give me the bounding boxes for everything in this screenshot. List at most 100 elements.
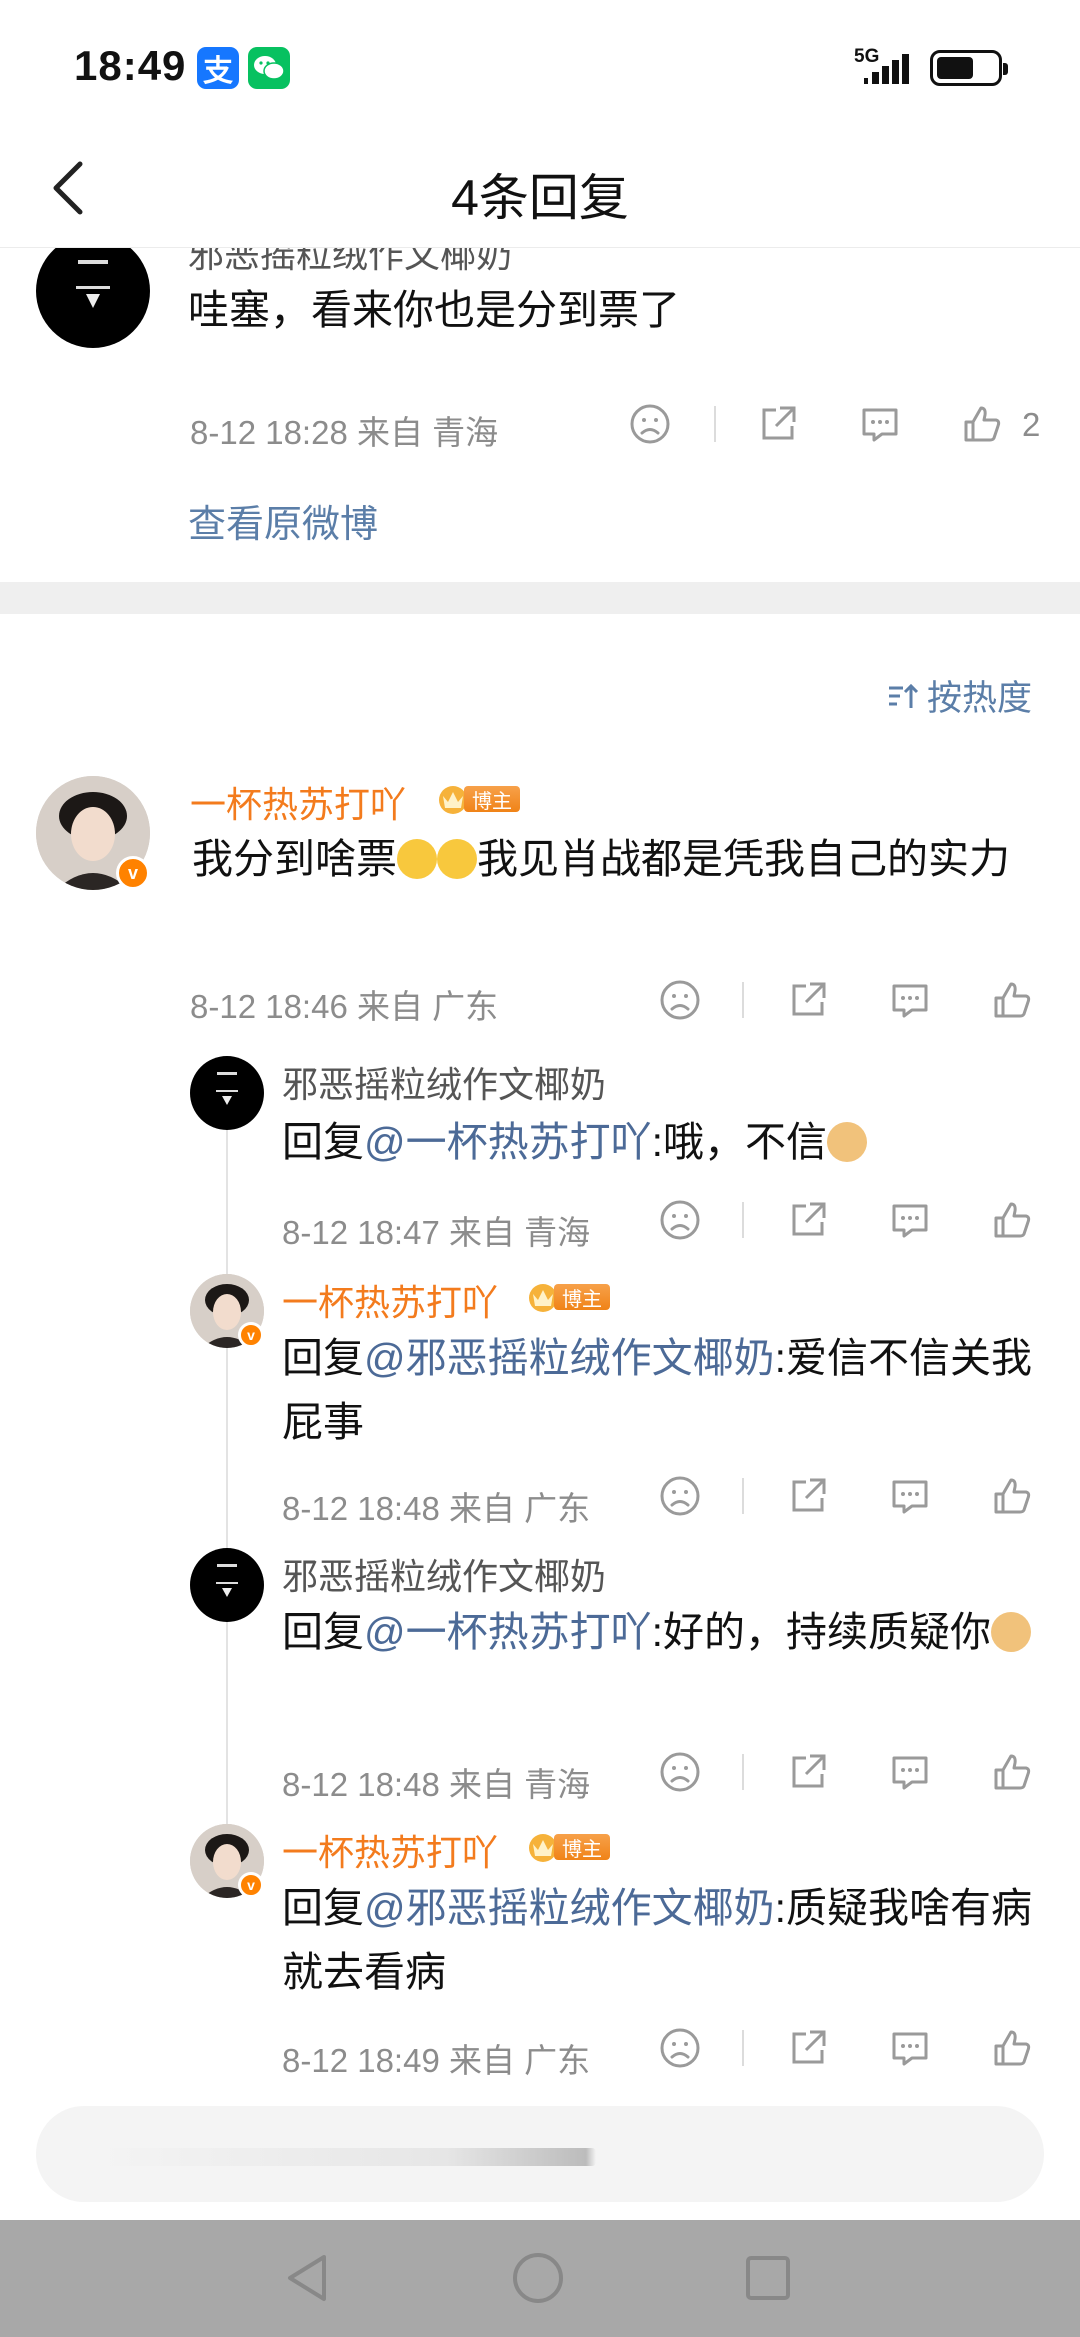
divider [742, 1478, 744, 1514]
system-navigation-bar [0, 2220, 1080, 2337]
dislike-face-icon [660, 980, 700, 1020]
reply-meta: 8-12 18:48 来自 广东 [282, 1490, 591, 1527]
reply-meta: 8-12 18:48 来自 青海 [282, 1766, 591, 1803]
dislike-button[interactable] [652, 1744, 708, 1800]
dislike-button[interactable] [652, 1468, 708, 1524]
section-divider [0, 582, 1080, 614]
dislike-button[interactable] [652, 972, 708, 1028]
nav-home-button[interactable] [508, 2248, 568, 2308]
comment-text: 我分到啥票 我见肖战都是凭我自己的实力 [192, 836, 1010, 882]
blogger-badge: 博主 [526, 1280, 610, 1314]
nav-back-icon [288, 2255, 326, 2301]
like-thumb-icon [994, 1478, 1031, 1514]
masked-figure-icon [216, 1072, 238, 1105]
comment-button[interactable] [882, 1192, 938, 1248]
share-button[interactable] [780, 1468, 836, 1524]
share-button[interactable] [780, 1744, 836, 1800]
dislike-button[interactable] [652, 1192, 708, 1248]
doge-emoji-icon [827, 1122, 868, 1162]
battery-icon [930, 50, 1008, 86]
reply-text: 回复@邪恶摇粒绒作文椰奶:质疑我啥有病就去看病 [282, 1885, 1033, 1995]
view-original-post-link[interactable]: 查看原微博 [188, 493, 378, 548]
status-time: 18:49 [74, 42, 187, 89]
share-icon [792, 982, 826, 1016]
reply-thread-line [226, 1100, 228, 1840]
masked-figure-icon [216, 1564, 238, 1597]
crying-face-emoji-icon [437, 839, 477, 879]
mention-link[interactable]: @一杯热苏打吖 [364, 1609, 652, 1655]
like-button[interactable] [984, 1744, 1040, 1800]
verified-v-icon: v [116, 856, 150, 890]
like-button[interactable] [954, 396, 1010, 452]
share-button[interactable] [780, 972, 836, 1028]
like-thumb-icon [994, 2030, 1031, 2066]
nav-back-button[interactable] [278, 2248, 338, 2308]
dislike-button[interactable] [652, 2020, 708, 2076]
avatar[interactable] [36, 248, 150, 348]
signal-strength-icon [864, 54, 909, 84]
divider [742, 2030, 744, 2066]
avatar[interactable] [190, 1056, 264, 1130]
reply-text: 回复@一杯热苏打吖:好的，持续质疑你 [282, 1600, 1042, 1664]
comment-icon [862, 408, 898, 442]
share-icon [792, 1202, 826, 1236]
like-thumb-icon [994, 1202, 1031, 1238]
mention-link[interactable]: @一杯热苏打吖 [364, 1119, 652, 1165]
blogger-badge: 博主 [436, 782, 520, 816]
reply-text: 回复@一杯热苏打吖:哦，不信 [282, 1110, 1042, 1174]
sort-label: 按热度 [926, 679, 1032, 718]
reply-author[interactable]: 邪恶摇粒绒作文椰奶 [282, 1056, 606, 1108]
comment-button[interactable] [882, 1468, 938, 1524]
doge-emoji-icon [991, 1612, 1032, 1652]
comment-icon [892, 1204, 928, 1238]
dislike-face-icon [660, 1476, 700, 1516]
comment-author[interactable]: 邪恶摇粒绒作文椰奶 [188, 248, 512, 278]
like-thumb-icon [964, 406, 1001, 442]
comment-button[interactable] [882, 972, 938, 1028]
comment-meta: 8-12 18:46 来自 广东 [190, 988, 499, 1025]
like-button[interactable] [984, 972, 1040, 1028]
comment-icon [892, 1756, 928, 1790]
share-icon [792, 1754, 826, 1788]
divider [714, 406, 716, 442]
comment-button[interactable] [882, 2020, 938, 2076]
like-button[interactable] [984, 1468, 1040, 1524]
status-bar: 18:49 支 5G [0, 0, 1080, 130]
masked-figure-icon [76, 260, 110, 308]
nav-home-icon [513, 2253, 563, 2303]
like-button[interactable] [984, 1192, 1040, 1248]
dislike-face-icon [660, 1200, 700, 1240]
comment-button[interactable] [852, 396, 908, 452]
avatar[interactable] [190, 1548, 264, 1622]
reply-text: 回复@邪恶摇粒绒作文椰奶:爱信不信关我屁事 [282, 1335, 1033, 1445]
like-thumb-icon [994, 982, 1031, 1018]
divider [742, 1202, 744, 1238]
reply-input[interactable] [36, 2106, 1044, 2202]
mention-link[interactable]: @邪恶摇粒绒作文椰奶 [364, 1885, 775, 1931]
nav-recent-button[interactable] [738, 2248, 798, 2308]
like-button[interactable] [984, 2020, 1040, 2076]
like-count: 2 [1022, 406, 1041, 443]
share-button[interactable] [750, 396, 806, 452]
verified-v-icon: v [238, 1322, 264, 1348]
comment-text: 哇塞，看来你也是分到票了 [188, 287, 680, 333]
share-icon [792, 1478, 826, 1512]
reply-author[interactable]: 一杯热苏打吖 [282, 1824, 498, 1876]
dislike-face-icon [660, 2028, 700, 2068]
comment-author[interactable]: 一杯热苏打吖 [190, 776, 406, 828]
dislike-face-icon [660, 1752, 700, 1792]
comment-meta: 8-12 18:28 来自 青海 [190, 414, 499, 451]
share-button[interactable] [780, 1192, 836, 1248]
sort-by-hot-button[interactable]: 按热度 [885, 670, 1032, 721]
share-button[interactable] [780, 2020, 836, 2076]
wechat-notification-icon [248, 47, 290, 89]
dislike-button[interactable] [622, 396, 678, 452]
alipay-notification-icon: 支 [197, 47, 239, 89]
blogger-badge: 博主 [526, 1830, 610, 1864]
mention-link[interactable]: @邪恶摇粒绒作文椰奶 [364, 1335, 775, 1381]
input-placeholder-fade [96, 2148, 596, 2166]
divider [742, 982, 744, 1018]
reply-author[interactable]: 邪恶摇粒绒作文椰奶 [282, 1548, 606, 1600]
comment-button[interactable] [882, 1744, 938, 1800]
reply-author[interactable]: 一杯热苏打吖 [282, 1274, 498, 1326]
